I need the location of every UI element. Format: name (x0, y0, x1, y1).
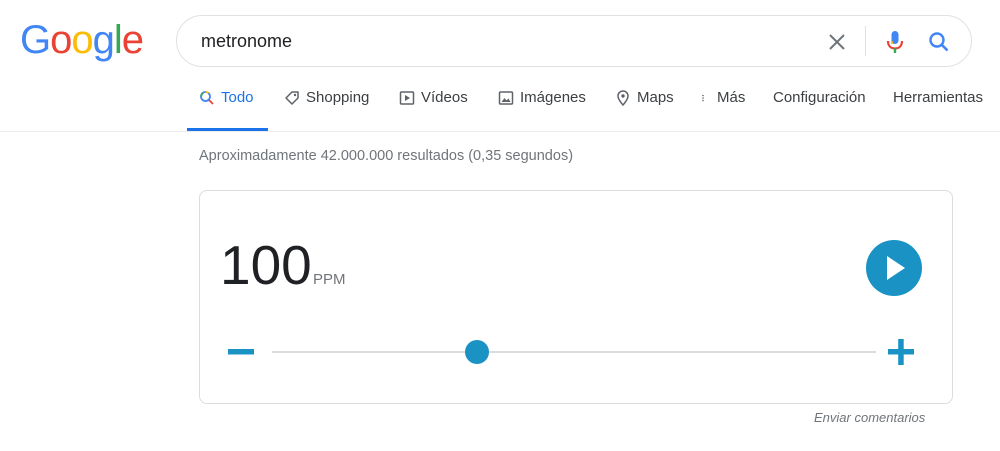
logo-letter: o (71, 18, 93, 62)
tab-label: Imágenes (520, 89, 586, 106)
tab-label: Maps (637, 89, 674, 106)
google-logo[interactable]: Google (20, 18, 144, 62)
microphone-icon (886, 31, 904, 53)
search-divider (865, 26, 866, 56)
result-stats: Aproximadamente 42.000.000 resultados (0… (199, 148, 574, 164)
tab-more[interactable]: Más (701, 88, 745, 132)
search-input[interactable] (201, 28, 801, 54)
bpm-unit: PPM (313, 271, 346, 288)
tabs-divider (0, 131, 1000, 132)
tab-todo[interactable]: Todo (187, 88, 268, 132)
bpm-value: 100 (220, 234, 312, 296)
search-icon (929, 32, 949, 52)
search-box (176, 15, 972, 67)
more-vertical-icon (702, 94, 704, 102)
decrease-tempo-button[interactable] (226, 337, 256, 367)
play-button[interactable] (866, 240, 922, 296)
tab-label: Más (717, 89, 746, 106)
logo-letter: o (50, 18, 72, 62)
logo-letter: G (20, 18, 51, 62)
tab-images[interactable]: Imágenes (498, 88, 586, 132)
send-feedback-link[interactable]: Enviar comentarios (814, 410, 925, 425)
tab-label: Vídeos (421, 89, 468, 106)
play-icon (887, 256, 905, 280)
clear-search-button[interactable] (823, 28, 851, 56)
tab-label: Herramientas (893, 89, 984, 106)
tag-icon (285, 91, 299, 105)
minus-icon (228, 349, 254, 355)
search-icon (200, 91, 214, 105)
close-icon (829, 34, 845, 50)
tempo-slider-thumb[interactable] (465, 340, 490, 364)
logo-letter: g (92, 18, 115, 62)
tempo-slider-track[interactable] (272, 351, 876, 353)
search-button[interactable] (925, 28, 953, 56)
metronome-card: 100 PPM (199, 190, 953, 404)
logo-letter: e (121, 18, 144, 62)
video-icon (399, 91, 415, 105)
tab-label: Todo (221, 89, 254, 106)
tab-videos[interactable]: Vídeos (399, 88, 468, 132)
voice-search-button[interactable] (881, 28, 909, 56)
tab-label: Configuración (773, 89, 866, 106)
plus-icon (888, 339, 914, 365)
tab-maps[interactable]: Maps (615, 88, 674, 132)
tab-label: Shopping (306, 89, 370, 106)
increase-tempo-button[interactable] (886, 337, 916, 367)
tab-shopping[interactable]: Shopping (284, 88, 369, 132)
map-pin-icon (617, 90, 629, 106)
tab-tools[interactable]: Herramientas (893, 88, 983, 132)
tab-settings[interactable]: Configuración (773, 88, 866, 132)
logo-letter: l (113, 18, 123, 62)
image-icon (498, 91, 514, 105)
